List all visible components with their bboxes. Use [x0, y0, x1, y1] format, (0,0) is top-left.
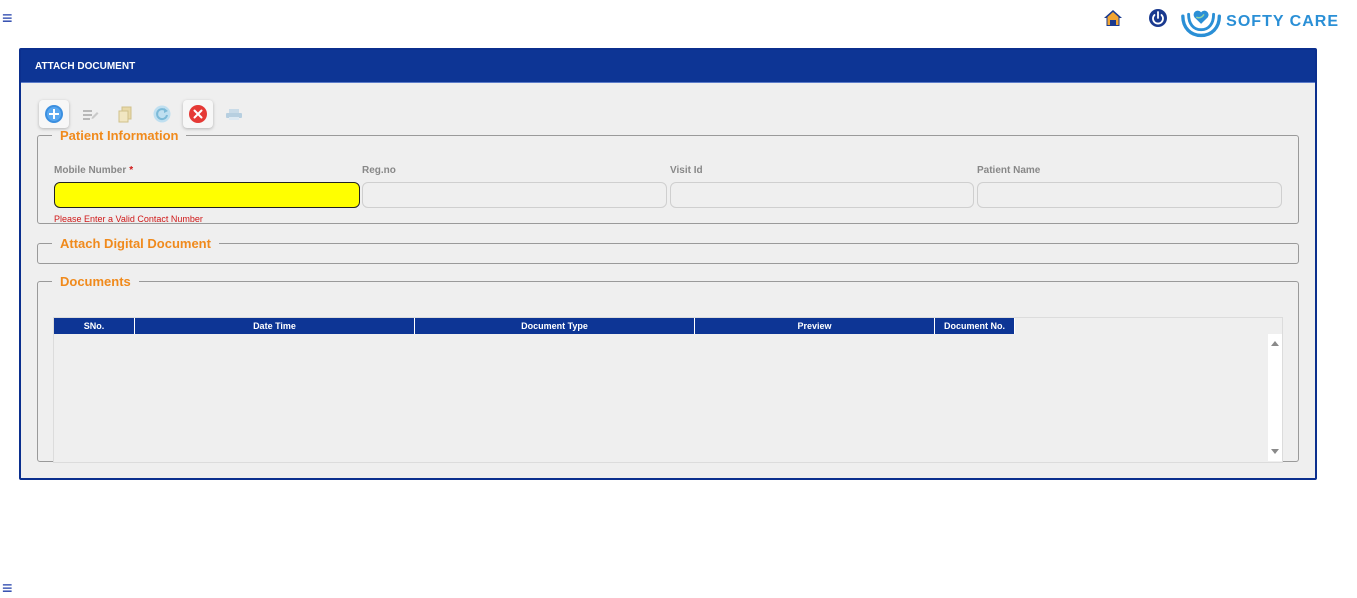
panel-title: ATTACH DOCUMENT	[21, 50, 1315, 83]
scroll-down-arrow-icon[interactable]	[1271, 449, 1279, 454]
column-header-date-time[interactable]: Date Time	[134, 318, 415, 334]
patient-name-input[interactable]	[977, 182, 1282, 208]
column-header-document-no[interactable]: Document No.	[934, 318, 1015, 334]
reg-no-input[interactable]	[362, 182, 667, 208]
scroll-up-arrow-icon[interactable]	[1271, 341, 1279, 346]
documents-section: Documents SNo. Date Time Document Type P…	[37, 274, 1299, 463]
attach-digital-document-legend: Attach Digital Document	[60, 236, 211, 251]
mobile-number-input[interactable]	[54, 182, 360, 208]
mobile-number-error: Please Enter a Valid Contact Number	[54, 214, 203, 224]
mobile-number-label: Mobile Number *	[54, 165, 134, 176]
grid-scrollbar[interactable]	[1268, 334, 1282, 461]
home-icon[interactable]	[1103, 8, 1123, 28]
menu-toggle-icon[interactable]: ≡	[2, 9, 13, 27]
power-icon[interactable]	[1148, 8, 1168, 28]
patient-information-section: Patient Information Mobile Number * Pleas…	[37, 128, 1299, 224]
patient-information-legend: Patient Information	[60, 128, 179, 143]
toolbar	[39, 100, 249, 128]
add-button[interactable]	[39, 100, 69, 128]
copy-icon	[118, 106, 132, 123]
column-header-preview[interactable]: Preview	[694, 318, 935, 334]
hands-heart-logo-icon	[1181, 10, 1222, 38]
column-header-sno[interactable]: SNo.	[54, 318, 135, 334]
copy-button[interactable]	[111, 100, 141, 128]
refresh-icon	[153, 105, 171, 123]
column-header-document-type[interactable]: Document Type	[414, 318, 695, 334]
visit-id-input[interactable]	[670, 182, 974, 208]
brand-name: SOFTY CARE	[1226, 13, 1339, 30]
visit-id-label: Visit Id	[670, 165, 703, 176]
attach-document-panel: ATTACH DOCUMENT Patient Information Mobi…	[19, 48, 1317, 480]
refresh-button[interactable]	[147, 100, 177, 128]
documents-legend: Documents	[60, 274, 131, 289]
brand-logo: SOFTY CARE	[1179, 6, 1339, 38]
print-button[interactable]	[219, 100, 249, 128]
print-icon	[226, 109, 242, 120]
close-icon	[189, 105, 207, 123]
attach-digital-document-section: Attach Digital Document	[37, 236, 1299, 264]
required-marker: *	[129, 165, 134, 176]
documents-grid-header: SNo. Date Time Document Type Preview Doc…	[54, 318, 1015, 334]
close-button[interactable]	[183, 100, 213, 128]
patient-name-label: Patient Name	[977, 165, 1041, 176]
menu-toggle-icon-bottom[interactable]: ≡	[2, 579, 13, 597]
documents-grid: SNo. Date Time Document Type Preview Doc…	[53, 317, 1283, 463]
edit-button[interactable]	[75, 100, 105, 128]
edit-icon	[83, 110, 99, 120]
add-icon	[45, 105, 63, 123]
reg-no-label: Reg.no	[362, 165, 396, 176]
